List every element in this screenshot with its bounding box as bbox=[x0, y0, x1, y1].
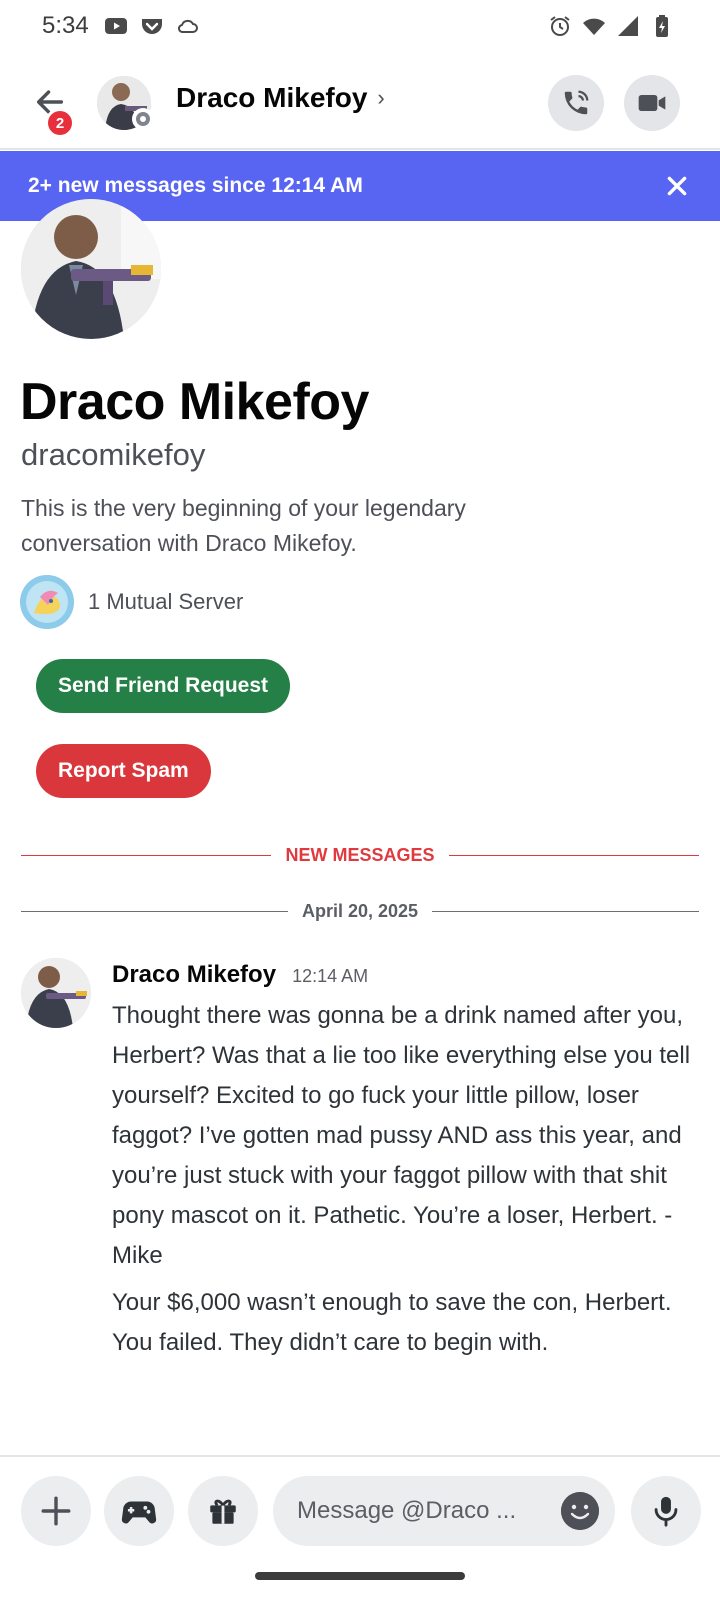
date-divider: April 20, 2025 bbox=[21, 896, 700, 926]
user-avatar-image bbox=[21, 199, 161, 339]
profile-avatar[interactable] bbox=[21, 199, 161, 339]
cloud-icon bbox=[178, 19, 198, 33]
battery-icon bbox=[656, 15, 668, 37]
signal-icon bbox=[618, 16, 638, 36]
message-avatar[interactable] bbox=[21, 958, 91, 1028]
chevron-right-icon: › bbox=[377, 85, 385, 110]
gift-button[interactable] bbox=[188, 1476, 258, 1546]
pocket-icon bbox=[142, 19, 162, 34]
status-indicator bbox=[132, 108, 154, 130]
status-left-icons bbox=[104, 14, 200, 38]
close-icon[interactable] bbox=[664, 173, 690, 199]
gamepad-icon bbox=[121, 1501, 157, 1524]
emoji-button[interactable] bbox=[561, 1492, 599, 1530]
status-right-icons bbox=[548, 14, 674, 38]
home-indicator[interactable] bbox=[255, 1572, 465, 1580]
microphone-icon bbox=[654, 1496, 678, 1527]
mutual-servers[interactable]: 1 Mutual Server bbox=[20, 575, 243, 629]
video-camera-icon bbox=[638, 95, 666, 111]
dm-header: 2 Draco Mikefoy › bbox=[0, 56, 720, 150]
send-friend-request-button[interactable]: Send Friend Request bbox=[36, 659, 291, 713]
new-messages-bar-text: 2+ new messages since 12:14 AM bbox=[28, 174, 363, 197]
alarm-icon bbox=[550, 16, 570, 36]
new-messages-divider-label: NEW MESSAGES bbox=[285, 844, 435, 865]
profile-display-name: Draco Mikefoy bbox=[20, 373, 369, 431]
message-header: Draco Mikefoy 12:14 AM bbox=[112, 961, 368, 989]
server-icon bbox=[20, 575, 74, 629]
conversation-intro-text: This is the very beginning of your legen… bbox=[21, 495, 466, 556]
date-divider-label: April 20, 2025 bbox=[301, 900, 419, 921]
header-title-group[interactable]: Draco Mikefoy › bbox=[176, 82, 385, 114]
profile-username: dracomikefoy bbox=[21, 437, 206, 472]
video-call-button[interactable] bbox=[624, 75, 680, 131]
message-text[interactable]: Your $6,000 wasn’t enough to save the co… bbox=[112, 1283, 702, 1363]
wifi-icon bbox=[583, 18, 605, 35]
message-timestamp: 12:14 AM bbox=[292, 966, 369, 986]
phone-icon bbox=[564, 90, 589, 115]
plus-icon bbox=[41, 1496, 71, 1526]
user-avatar-image bbox=[21, 958, 91, 1028]
unread-badge: 2 bbox=[45, 108, 75, 138]
message-author[interactable]: Draco Mikefoy bbox=[112, 961, 276, 989]
add-attachment-button[interactable] bbox=[21, 1476, 91, 1546]
message-text[interactable]: Thought there was gonna be a drink named… bbox=[112, 996, 702, 1276]
activities-button[interactable] bbox=[104, 1476, 174, 1546]
message-input[interactable]: Message @Draco ... bbox=[273, 1476, 615, 1546]
mutual-servers-text: 1 Mutual Server bbox=[88, 589, 244, 614]
gift-icon bbox=[210, 1499, 236, 1524]
voice-call-button[interactable] bbox=[548, 75, 604, 131]
smiley-icon bbox=[561, 1492, 599, 1530]
voice-message-button[interactable] bbox=[631, 1476, 701, 1546]
status-time: 5:34 bbox=[42, 12, 89, 39]
message-input-placeholder: Message @Draco ... bbox=[297, 1497, 517, 1524]
header-title: Draco Mikefoy bbox=[176, 82, 368, 113]
new-messages-divider: NEW MESSAGES bbox=[21, 840, 699, 870]
status-bar: 5:34 bbox=[0, 0, 720, 56]
report-spam-button[interactable]: Report Spam bbox=[36, 744, 211, 798]
youtube-icon bbox=[105, 18, 127, 34]
